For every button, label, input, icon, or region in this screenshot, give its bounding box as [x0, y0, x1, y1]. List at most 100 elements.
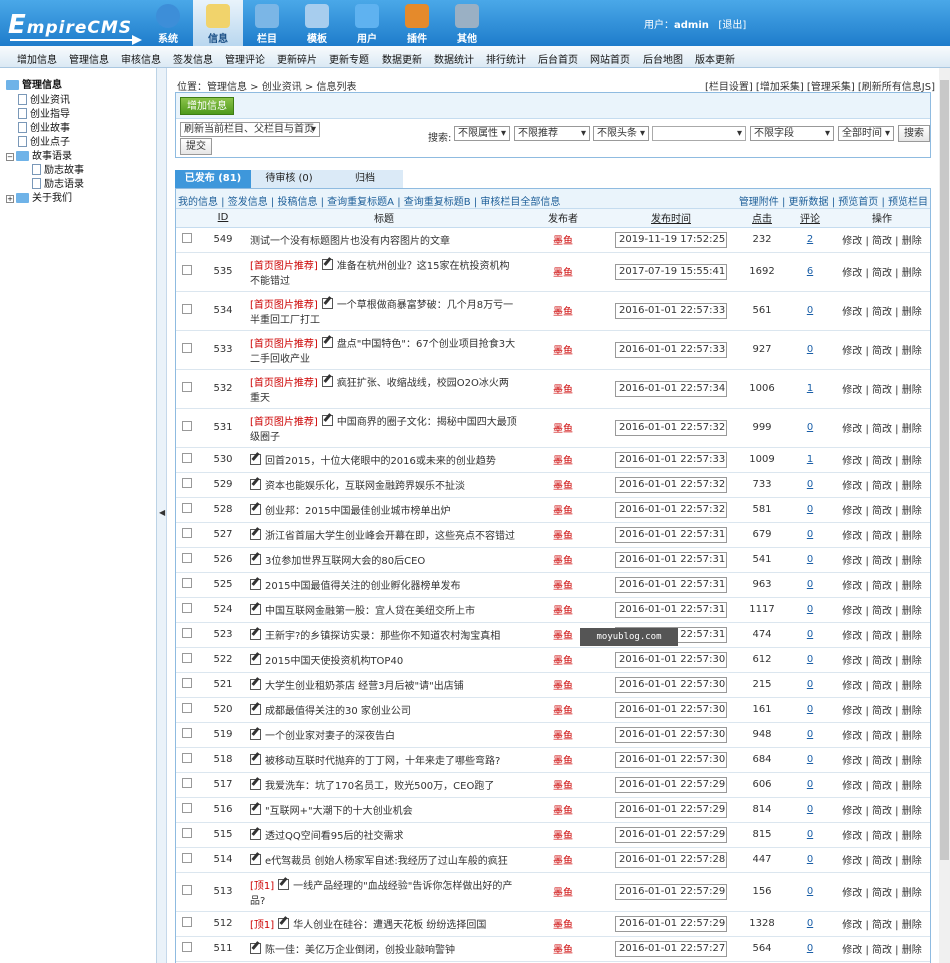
row-title[interactable]: 资本也能娱乐化，互联网金融跨界娱乐不扯淡 — [265, 481, 465, 492]
refresh-select[interactable]: 刷新当前栏目、父栏目与首页 — [180, 122, 320, 137]
row-time-input[interactable]: 2016-01-01 22:57:30 — [615, 751, 727, 768]
row-time-input[interactable]: 2016-01-01 22:57:32 — [615, 419, 727, 436]
row-author[interactable]: 墨鱼 — [520, 291, 606, 331]
tree-about[interactable]: + 关于我们 — [6, 189, 72, 204]
row-author[interactable]: 墨鱼 — [520, 722, 606, 748]
row-time-input[interactable]: 2016-01-01 22:57:31 — [615, 551, 727, 568]
row-checkbox[interactable] — [182, 453, 192, 463]
list-right-links[interactable]: 管理附件 | 更新数据 | 预览首页 | 预览栏目 — [739, 193, 928, 208]
top-links[interactable]: [栏目设置] [增加采集] [管理采集] [刷新所有信息JS] — [705, 78, 935, 93]
row-author[interactable]: 墨鱼 — [520, 772, 606, 798]
row-comments[interactable]: 0 — [807, 729, 813, 740]
row-actions[interactable]: 修改 | 简改 | 删除 — [832, 872, 930, 912]
row-comments[interactable]: 0 — [807, 629, 813, 640]
row-author[interactable]: 墨鱼 — [520, 647, 606, 673]
row-comments[interactable]: 0 — [807, 886, 813, 897]
headline-select[interactable]: 不限头条 — [593, 126, 649, 141]
edit-icon[interactable] — [250, 704, 261, 715]
row-time-input[interactable]: 2017-07-19 15:55:41 — [615, 263, 727, 280]
row-comments[interactable]: 1 — [807, 383, 813, 394]
nav-tools[interactable]: 插件 — [392, 0, 442, 46]
row-title[interactable]: 我爱洗车：坑了170名员工，败光500万，CEO跑了 — [265, 781, 494, 792]
row-time-input[interactable]: 2016-01-01 22:57:30 — [615, 701, 727, 718]
row-title[interactable]: 一线产品经理的"血战经验"告诉你怎样做出好的产品? — [250, 881, 512, 907]
row-actions[interactable]: 修改 | 简改 | 删除 — [832, 252, 930, 292]
row-checkbox[interactable] — [182, 478, 192, 488]
attr-select[interactable]: 不限属性 — [454, 126, 510, 141]
edit-icon[interactable] — [321, 297, 333, 309]
row-checkbox[interactable] — [182, 553, 192, 563]
page-scrollbar[interactable] — [939, 68, 950, 963]
menu-item[interactable]: 数据更新 — [382, 51, 422, 66]
search-button[interactable]: 搜索 — [898, 125, 930, 142]
row-checkbox[interactable] — [182, 578, 192, 588]
row-author[interactable]: 墨鱼 — [520, 597, 606, 623]
edit-icon[interactable] — [278, 918, 290, 929]
tree-group[interactable]: − 故事语录 — [6, 147, 72, 162]
row-title[interactable]: 陈一佳：美亿万企业倒闭，创投业敲响警钟 — [265, 945, 455, 956]
row-author[interactable]: 墨鱼 — [520, 447, 606, 473]
row-title[interactable]: 大学生创业租奶茶店 经营3月后被"请"出店铺 — [265, 681, 464, 692]
edit-icon[interactable] — [250, 629, 261, 640]
row-actions[interactable]: 修改 | 简改 | 删除 — [832, 227, 930, 253]
row-time-input[interactable]: 2016-01-01 22:57:31 — [615, 526, 727, 543]
tree-item[interactable]: 创业资讯 — [18, 91, 70, 106]
col-id[interactable]: ID — [198, 209, 248, 228]
expand-icon[interactable]: + — [6, 195, 14, 203]
logout-link[interactable]: [退出] — [718, 20, 746, 31]
username[interactable]: admin — [674, 20, 709, 31]
row-actions[interactable]: 修改 | 简改 | 删除 — [832, 747, 930, 773]
edit-icon[interactable] — [250, 529, 261, 540]
row-title[interactable]: 成都最值得关注的30 家创业公司 — [265, 706, 411, 717]
row-comments[interactable]: 0 — [807, 854, 813, 865]
row-time-input[interactable]: 2016-01-01 22:57:33 — [615, 302, 727, 319]
row-time-input[interactable]: 2016-01-01 22:57:31 — [615, 601, 727, 618]
sidebar-splitter[interactable]: ◀ — [157, 68, 167, 963]
row-author[interactable]: 墨鱼 — [520, 747, 606, 773]
row-actions[interactable]: 修改 | 简改 | 删除 — [832, 291, 930, 331]
row-checkbox[interactable] — [182, 603, 192, 613]
row-time-input[interactable]: 2016-01-01 22:57:29 — [615, 915, 727, 932]
add-info-button[interactable]: 增加信息 — [180, 97, 234, 115]
edit-icon[interactable] — [250, 854, 261, 865]
edit-icon[interactable] — [250, 654, 261, 665]
edit-icon[interactable] — [321, 414, 333, 426]
row-author[interactable]: 墨鱼 — [520, 797, 606, 823]
tree-item[interactable]: 创业故事 — [18, 119, 70, 134]
row-time-input[interactable]: 2016-01-01 22:57:28 — [615, 851, 727, 868]
row-time-input[interactable]: 2016-01-01 22:57:30 — [615, 726, 727, 743]
edit-icon[interactable] — [250, 829, 261, 840]
collapse-icon[interactable]: − — [6, 153, 14, 161]
row-author[interactable]: 墨鱼 — [520, 497, 606, 523]
edit-icon[interactable] — [278, 878, 290, 890]
row-checkbox[interactable] — [182, 382, 192, 392]
menu-item[interactable]: 管理评论 — [225, 51, 265, 66]
row-actions[interactable]: 修改 | 简改 | 删除 — [832, 597, 930, 623]
empirecms-logo[interactable]: EmpireCMS — [8, 10, 142, 45]
row-time-input[interactable]: 2016-01-01 22:57:33 — [615, 341, 727, 358]
row-actions[interactable]: 修改 | 简改 | 删除 — [832, 472, 930, 498]
tree-child[interactable]: 励志语录 — [32, 175, 84, 190]
row-actions[interactable]: 修改 | 简改 | 删除 — [832, 936, 930, 962]
row-author[interactable]: 墨鱼 — [520, 572, 606, 598]
row-checkbox[interactable] — [182, 628, 192, 638]
row-time-input[interactable]: 2016-01-01 22:57:29 — [615, 826, 727, 843]
row-checkbox[interactable] — [182, 828, 192, 838]
row-author[interactable]: 墨鱼 — [520, 522, 606, 548]
row-actions[interactable]: 修改 | 简改 | 删除 — [832, 647, 930, 673]
row-comments[interactable]: 0 — [807, 754, 813, 765]
row-time-input[interactable]: 2016-01-01 22:57:29 — [615, 776, 727, 793]
edit-icon[interactable] — [250, 679, 261, 690]
row-title[interactable]: 透过QQ空间看95后的社交需求 — [265, 831, 403, 842]
nav-user[interactable]: 用户 — [342, 0, 392, 46]
row-author[interactable]: 墨鱼 — [520, 547, 606, 573]
tab-pending[interactable]: 待审核 (0) — [251, 170, 327, 188]
row-title[interactable]: 2015中国最值得关注的创业孵化器榜单发布 — [265, 581, 460, 592]
row-actions[interactable]: 修改 | 简改 | 删除 — [832, 822, 930, 848]
row-actions[interactable]: 修改 | 简改 | 删除 — [832, 697, 930, 723]
row-title[interactable]: 王新宇?的乡镇探访实录：那些你不知道农村淘宝真相 — [265, 631, 500, 642]
row-actions[interactable]: 修改 | 简改 | 删除 — [832, 722, 930, 748]
row-checkbox[interactable] — [182, 265, 192, 275]
row-actions[interactable]: 修改 | 简改 | 删除 — [832, 547, 930, 573]
row-title[interactable]: 2015中国天使投资机构TOP40 — [265, 656, 403, 667]
